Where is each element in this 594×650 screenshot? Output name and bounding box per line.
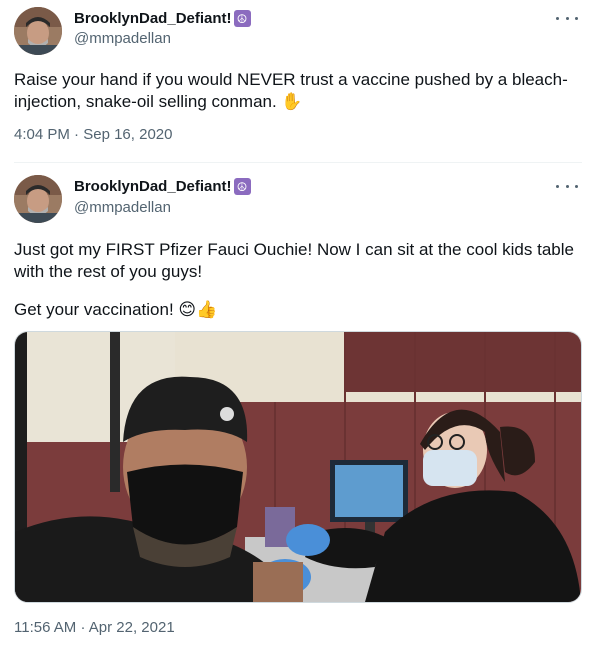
tweet-photo[interactable] [14, 331, 582, 603]
tweet-text: Just got my FIRST Pfizer Fauci Ouchie! N… [14, 240, 574, 281]
tweet-date: Sep 16, 2020 [83, 126, 173, 143]
handle[interactable]: @mmpadellan [74, 199, 171, 216]
divider [14, 162, 582, 163]
tweet-timestamp[interactable]: 11:56 AM · Apr 22, 2021 [14, 619, 175, 636]
vaccination-photo [15, 332, 581, 602]
tweet-date: Apr 22, 2021 [88, 619, 175, 636]
author-line: BrooklynDad_Defiant! ☮ [74, 178, 251, 195]
display-name[interactable]: BrooklynDad_Defiant! [74, 178, 232, 195]
avatar-image [14, 175, 62, 223]
separator: · [80, 619, 86, 636]
tweet-timestamp[interactable]: 4:04 PM · Sep 16, 2020 [14, 126, 172, 143]
peace-sign-icon: ☮ [233, 10, 251, 27]
peace-sign-icon: ☮ [233, 178, 251, 195]
separator: · [74, 126, 80, 143]
tweet-time: 4:04 PM [14, 126, 70, 143]
more-horizontal-icon[interactable] [556, 8, 578, 28]
avatar[interactable] [14, 175, 62, 223]
more-horizontal-icon[interactable] [556, 176, 578, 196]
avatar-image [14, 7, 62, 55]
handle[interactable]: @mmpadellan [74, 30, 171, 47]
author-line: BrooklynDad_Defiant! ☮ [74, 10, 251, 27]
tweet-text-2: Get your vaccination! 😊👍 [14, 300, 218, 319]
avatar[interactable] [14, 7, 62, 55]
tweet-text: Raise your hand if you would NEVER trust… [14, 70, 568, 111]
tweet-time: 11:56 AM [14, 619, 77, 636]
display-name[interactable]: BrooklynDad_Defiant! [74, 10, 232, 27]
